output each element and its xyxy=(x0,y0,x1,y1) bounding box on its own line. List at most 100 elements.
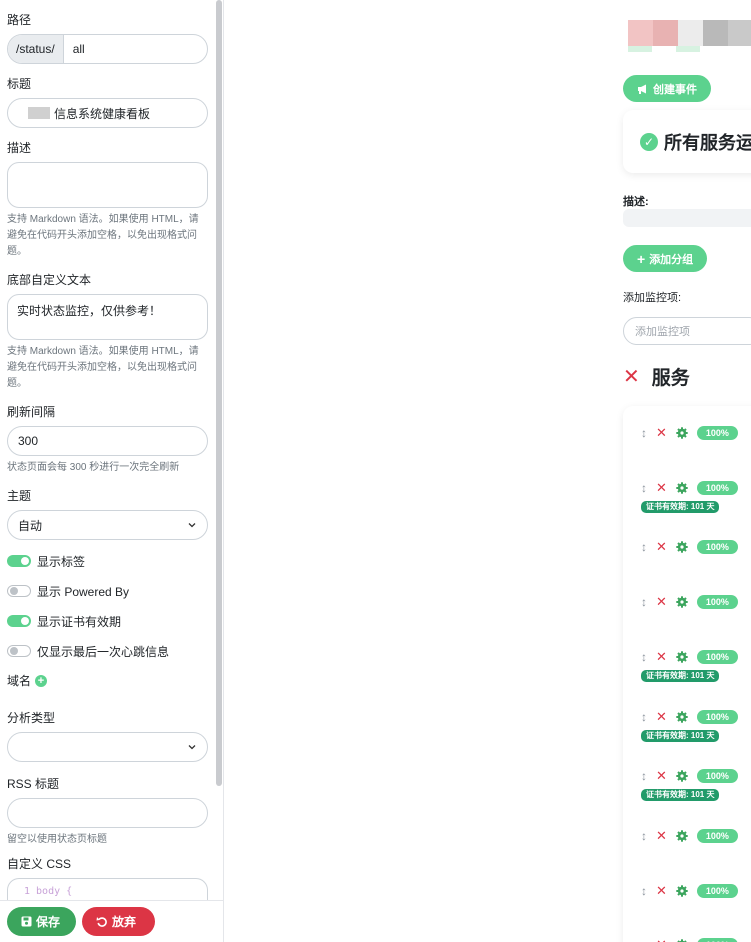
path-label: 路径 xyxy=(7,13,32,27)
drag-handle-icon[interactable]: ↕ xyxy=(641,650,647,664)
delete-group-icon[interactable]: ✕ xyxy=(623,364,640,389)
toggle-show-tags[interactable]: 显示标签 xyxy=(7,546,208,576)
create-incident-button[interactable]: 创建事件 xyxy=(623,75,711,102)
settings-sidebar: 路径 /status/ all 标题 信息系统健康看板 描述 支持 Markdo… xyxy=(0,0,224,942)
analytics-label: 分析类型 xyxy=(7,711,56,725)
remove-monitor-icon[interactable]: ✕ xyxy=(656,709,667,725)
action-bar: 保存 放弃 xyxy=(0,900,223,942)
drag-handle-icon[interactable]: ↕ xyxy=(641,829,647,843)
uptime-badge: 100% xyxy=(696,650,738,664)
path-input[interactable]: all xyxy=(64,35,94,63)
gear-icon[interactable] xyxy=(676,427,688,439)
toggle-switch[interactable] xyxy=(7,645,31,657)
footer-label: 底部自定义文本 xyxy=(7,273,92,287)
save-label: 保存 xyxy=(36,915,61,929)
chevron-down-icon xyxy=(188,523,196,528)
logo-redacted xyxy=(628,20,751,46)
drag-handle-icon[interactable]: ↕ xyxy=(641,884,647,898)
logo-redacted-sub xyxy=(628,46,700,52)
remove-monitor-icon[interactable]: ✕ xyxy=(656,768,667,784)
uptime-badge: 100% xyxy=(696,769,738,783)
status-page-preview: 创建事件 ✓ 所有服务运 描述: + 添加分组 添加监控项: 添加监控项 ✕ 服… xyxy=(224,0,751,942)
toggle-label: 显示 Powered By xyxy=(37,584,130,599)
discard-label: 放弃 xyxy=(112,915,137,929)
custom-css-label: 自定义 CSS xyxy=(7,857,72,871)
monitor-row: ↕ ✕ 100% xyxy=(641,649,738,665)
drag-handle-icon[interactable]: ↕ xyxy=(641,710,647,724)
remove-monitor-icon[interactable]: ✕ xyxy=(656,828,667,844)
gear-icon[interactable] xyxy=(676,770,688,782)
custom-css-editor[interactable]: 1 body { xyxy=(7,878,208,900)
remove-monitor-icon[interactable]: ✕ xyxy=(656,480,667,496)
uptime-badge: 100% xyxy=(696,595,738,609)
refresh-help: 状态页面会每 300 秒进行一次完全刷新 xyxy=(7,462,180,473)
description-textarea[interactable] xyxy=(7,162,208,208)
add-monitor-label: 添加监控项: xyxy=(623,292,682,304)
drag-handle-icon[interactable]: ↕ xyxy=(641,595,647,609)
toggle-show-powered-by[interactable]: 显示 Powered By xyxy=(7,576,208,606)
drag-handle-icon[interactable]: ↕ xyxy=(641,540,647,554)
drag-handle-icon[interactable]: ↕ xyxy=(641,938,647,942)
sidebar-scrollbar[interactable] xyxy=(216,0,222,786)
overall-status-text: 所有服务运 xyxy=(664,132,751,153)
rss-input[interactable] xyxy=(7,798,208,828)
footer-textarea[interactable]: 实时状态监控，仅供参考！ xyxy=(7,294,208,340)
toggle-label: 仅显示最后一次心跳信息 xyxy=(37,644,170,659)
title-input[interactable]: 信息系统健康看板 xyxy=(7,98,208,128)
add-domain-icon[interactable]: + xyxy=(35,674,48,687)
domain-label: 域名 xyxy=(7,674,32,688)
discard-button[interactable]: 放弃 xyxy=(82,907,155,936)
monitor-row: ↕ ✕ 100% xyxy=(641,709,738,725)
remove-monitor-icon[interactable]: ✕ xyxy=(656,937,667,942)
save-button[interactable]: 保存 xyxy=(7,907,76,936)
monitor-row: ↕ ✕ 100% xyxy=(641,768,738,784)
monitor-row: ↕ ✕ 100% xyxy=(641,539,738,555)
rss-label: RSS 标题 xyxy=(7,777,60,791)
drag-handle-icon[interactable]: ↕ xyxy=(641,481,647,495)
gear-icon[interactable] xyxy=(676,830,688,842)
uptime-badge: 100% xyxy=(696,426,738,440)
analytics-select[interactable] xyxy=(7,732,208,762)
monitor-row: ↕ ✕ 100% xyxy=(641,883,738,899)
megaphone-icon xyxy=(638,84,646,94)
group-name[interactable]: 服务 xyxy=(652,363,690,390)
drag-handle-icon[interactable]: ↕ xyxy=(641,426,647,440)
gear-icon[interactable] xyxy=(676,711,688,723)
create-incident-label: 创建事件 xyxy=(653,83,697,96)
path-prefix: /status/ xyxy=(8,35,64,63)
remove-monitor-icon[interactable]: ✕ xyxy=(656,594,667,610)
check-circle-icon: ✓ xyxy=(640,132,658,151)
preview-description-editor[interactable] xyxy=(623,209,751,227)
add-monitor-input[interactable]: 添加监控项 xyxy=(623,317,751,345)
gear-icon[interactable] xyxy=(676,596,688,608)
remove-monitor-icon[interactable]: ✕ xyxy=(656,649,667,665)
description-help: 支持 Markdown 语法。如果使用 HTML，请避免在代码开头添加空格，以免… xyxy=(7,214,199,257)
gear-icon[interactable] xyxy=(676,541,688,553)
gear-icon[interactable] xyxy=(676,651,688,663)
path-input-group: /status/ all xyxy=(7,34,208,64)
footer-help: 支持 Markdown 语法。如果使用 HTML，请避免在代码开头添加空格，以免… xyxy=(7,346,199,389)
remove-monitor-icon[interactable]: ✕ xyxy=(656,883,667,899)
theme-value: 自动 xyxy=(18,518,43,533)
drag-handle-icon[interactable]: ↕ xyxy=(641,769,647,783)
cert-expiry-badge: 证书有效期: 101 天 xyxy=(641,730,720,742)
toggle-switch[interactable] xyxy=(7,615,31,627)
refresh-input[interactable]: 300 xyxy=(7,426,208,456)
gear-icon[interactable] xyxy=(676,885,688,897)
gear-icon[interactable] xyxy=(676,482,688,494)
title-label: 标题 xyxy=(7,77,32,91)
refresh-label: 刷新间隔 xyxy=(7,405,56,419)
remove-monitor-icon[interactable]: ✕ xyxy=(656,425,667,441)
toggle-switch[interactable] xyxy=(7,555,31,567)
toggle-show-cert-expiry[interactable]: 显示证书有效期 xyxy=(7,606,208,636)
uptime-badge: 100% xyxy=(696,540,738,554)
toggle-last-heartbeat-only[interactable]: 仅显示最后一次心跳信息 xyxy=(7,636,208,666)
monitor-list: ↕ ✕ 100% ↕ ✕ 100% 证书有效期: 101 天 ↕ ✕ 100% ↕ ✕ 100% ↕ ✕ 10… xyxy=(623,406,751,942)
theme-label: 主题 xyxy=(7,489,32,503)
remove-monitor-icon[interactable]: ✕ xyxy=(656,539,667,555)
uptime-badge: 100% xyxy=(696,829,738,843)
add-group-button[interactable]: + 添加分组 xyxy=(623,245,708,272)
preview-description-label: 描述: xyxy=(623,196,649,208)
toggle-switch[interactable] xyxy=(7,585,31,597)
theme-select[interactable]: 自动 xyxy=(7,510,208,540)
